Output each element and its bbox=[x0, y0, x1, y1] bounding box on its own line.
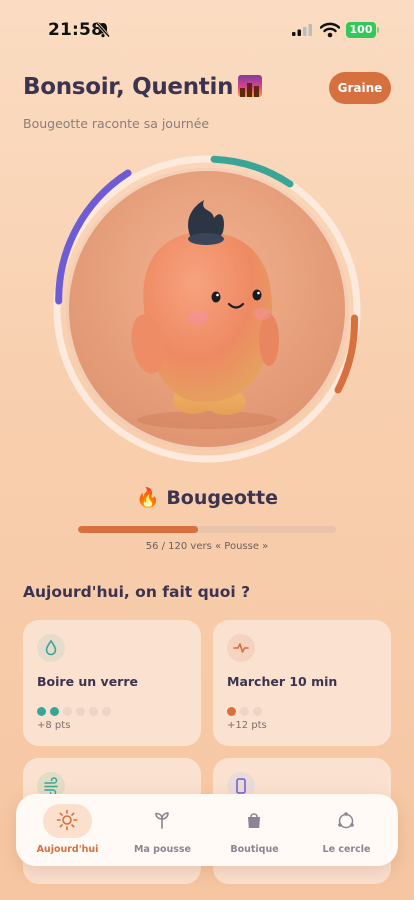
progress-dot-done bbox=[37, 707, 46, 716]
growth-progress-bar bbox=[78, 526, 336, 533]
circle-nodes-icon bbox=[338, 812, 354, 829]
battery-indicator: 100 bbox=[346, 22, 376, 38]
progress-dot-done bbox=[227, 707, 236, 716]
progress-dot-pending bbox=[89, 707, 98, 716]
wifi-icon bbox=[320, 22, 340, 38]
tab-circle[interactable]: Le cercle bbox=[299, 794, 394, 866]
sun-icon bbox=[56, 809, 78, 831]
growth-progress-label: 56 / 120 vers « Pousse » bbox=[145, 541, 269, 552]
stage-badge-button[interactable]: Graine bbox=[329, 72, 391, 104]
activity-card-drink[interactable]: Boire un verre +8 pts bbox=[23, 620, 201, 746]
header-subtitle: Bougeotte raconte sa journée bbox=[23, 116, 210, 131]
card-title: Boire un verre bbox=[37, 674, 138, 689]
growth-progress-fill bbox=[78, 526, 199, 533]
progress-dot-done bbox=[50, 707, 59, 716]
cellular-signal-icon bbox=[292, 24, 312, 36]
heartbeat-icon bbox=[227, 634, 255, 662]
shopping-bag-icon bbox=[248, 813, 260, 828]
progress-dot-pending bbox=[253, 707, 262, 716]
progress-dot-pending bbox=[63, 707, 72, 716]
status-time: 21:58 bbox=[48, 20, 104, 40]
tab-today[interactable]: Aujourd'hui bbox=[20, 794, 115, 866]
pet-photo bbox=[66, 168, 348, 450]
tab-label: Le cercle bbox=[322, 844, 371, 855]
greeting-title: Bonsoir, Quentin bbox=[23, 74, 263, 100]
pet-name: 🔥 Bougeotte bbox=[0, 486, 414, 509]
greeting-text: Bonsoir, Quentin bbox=[23, 74, 234, 100]
water-drop-icon bbox=[37, 634, 65, 662]
progress-dots bbox=[37, 701, 115, 716]
status-bar: 21:58 100 bbox=[0, 0, 414, 54]
tab-label: Boutique bbox=[230, 844, 279, 855]
sprout-icon bbox=[155, 812, 169, 829]
card-points: +12 pts bbox=[227, 720, 267, 731]
tab-label: Aujourd'hui bbox=[36, 844, 99, 855]
fire-icon: 🔥 bbox=[136, 487, 160, 509]
tab-my-sprout[interactable]: Ma pousse bbox=[115, 794, 210, 866]
progress-dots bbox=[227, 701, 266, 716]
tab-label: Ma pousse bbox=[133, 844, 191, 855]
pet-name-text: Bougeotte bbox=[166, 487, 278, 509]
mascot-illustration bbox=[131, 200, 279, 429]
progress-dot-pending bbox=[240, 707, 249, 716]
card-points: +8 pts bbox=[37, 720, 71, 731]
tab-shop[interactable]: Boutique bbox=[207, 794, 302, 866]
activity-card-walk[interactable]: Marcher 10 min +12 pts bbox=[213, 620, 391, 746]
card-title: Marcher 10 min bbox=[227, 674, 338, 689]
pet-avatar-ring[interactable] bbox=[46, 148, 368, 470]
bottom-tab-bar: Aujourd'hui Ma pousse Boutique Le cercle bbox=[16, 794, 398, 866]
city-sunset-icon bbox=[238, 75, 263, 97]
section-title-today: Aujourd'hui, on fait quoi ? bbox=[23, 583, 251, 601]
bell-off-icon bbox=[96, 22, 110, 38]
battery-tip bbox=[377, 27, 379, 33]
progress-dot-pending bbox=[102, 707, 111, 716]
progress-dot-pending bbox=[76, 707, 85, 716]
